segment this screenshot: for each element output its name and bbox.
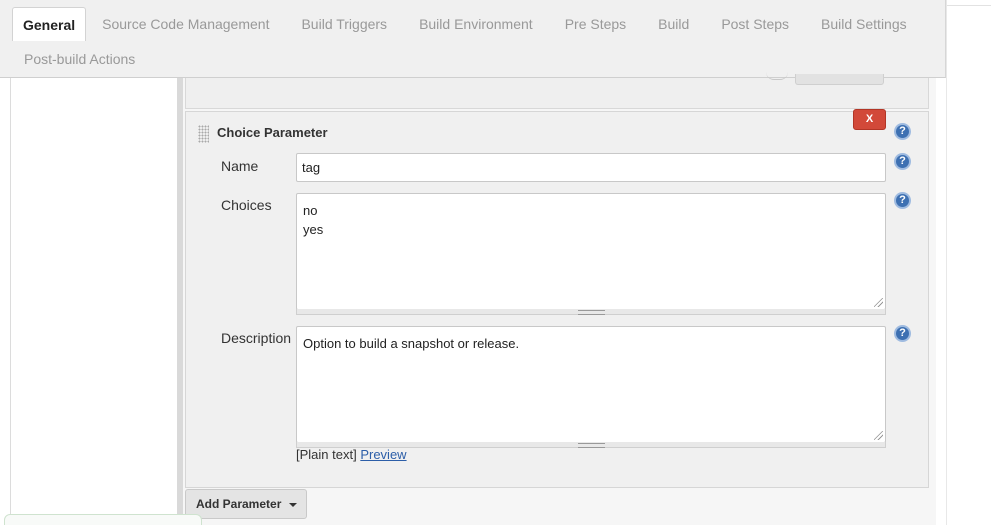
choices-label: Choices (221, 197, 272, 213)
name-help-icon[interactable]: ? (894, 153, 911, 170)
tab-general[interactable]: General (12, 7, 87, 41)
description-label: Description (221, 330, 292, 346)
config-tab-bar: General Source Code Management Build Tri… (0, 0, 946, 78)
plain-text-label: [Plain text] (296, 447, 357, 462)
choices-resize-bar[interactable] (296, 309, 886, 315)
caret-down-icon (289, 502, 298, 507)
description-help-icon[interactable]: ? (894, 325, 911, 342)
tab-post-steps[interactable]: Post Steps (705, 7, 805, 41)
tab-post-build-actions[interactable]: Post-build Actions (12, 42, 151, 76)
description-text: Option to build a snapshot or release. (303, 336, 520, 351)
tab-build[interactable]: Build (642, 7, 705, 41)
status-badge (4, 514, 202, 525)
drag-handle-icon[interactable] (198, 125, 209, 143)
resize-grip-icon[interactable] (874, 431, 883, 440)
tab-build-environment[interactable]: Build Environment (403, 7, 549, 41)
tab-row-1: General Source Code Management Build Tri… (12, 7, 923, 41)
tab-pre-steps[interactable]: Pre Steps (549, 7, 642, 41)
resize-grip-icon[interactable] (874, 298, 883, 307)
choices-textarea[interactable]: no yes (296, 193, 886, 310)
name-input[interactable]: tag (296, 153, 886, 182)
tab-build-triggers[interactable]: Build Triggers (285, 7, 403, 41)
right-divider (946, 0, 947, 525)
tab-build-settings[interactable]: Build Settings (805, 7, 923, 41)
help-icon[interactable]: ? (894, 123, 911, 140)
name-label: Name (221, 158, 259, 174)
delete-parameter-button[interactable]: X (853, 109, 886, 130)
tab-row-2: Post-build Actions (12, 42, 151, 76)
previous-parameter-block (185, 74, 929, 109)
left-column (10, 78, 180, 525)
parameter-title: Choice Parameter (217, 125, 328, 140)
format-hint: [Plain text] Preview (296, 447, 407, 462)
choice-item: no (303, 203, 318, 218)
choices-help-icon[interactable]: ? (894, 192, 911, 209)
tab-source-code-management[interactable]: Source Code Management (86, 7, 285, 41)
previous-block-icon (766, 72, 788, 80)
top-divider (946, 5, 991, 6)
description-textarea[interactable]: Option to build a snapshot or release. (296, 326, 886, 443)
add-parameter-label: Add Parameter (196, 497, 282, 511)
choice-parameter-block: Choice Parameter X ? Name tag ? Choices … (185, 109, 929, 488)
add-parameter-button[interactable]: Add Parameter (185, 489, 307, 519)
previous-block-button[interactable] (795, 74, 884, 85)
preview-link[interactable]: Preview (360, 447, 406, 462)
choice-item: yes (303, 222, 324, 237)
